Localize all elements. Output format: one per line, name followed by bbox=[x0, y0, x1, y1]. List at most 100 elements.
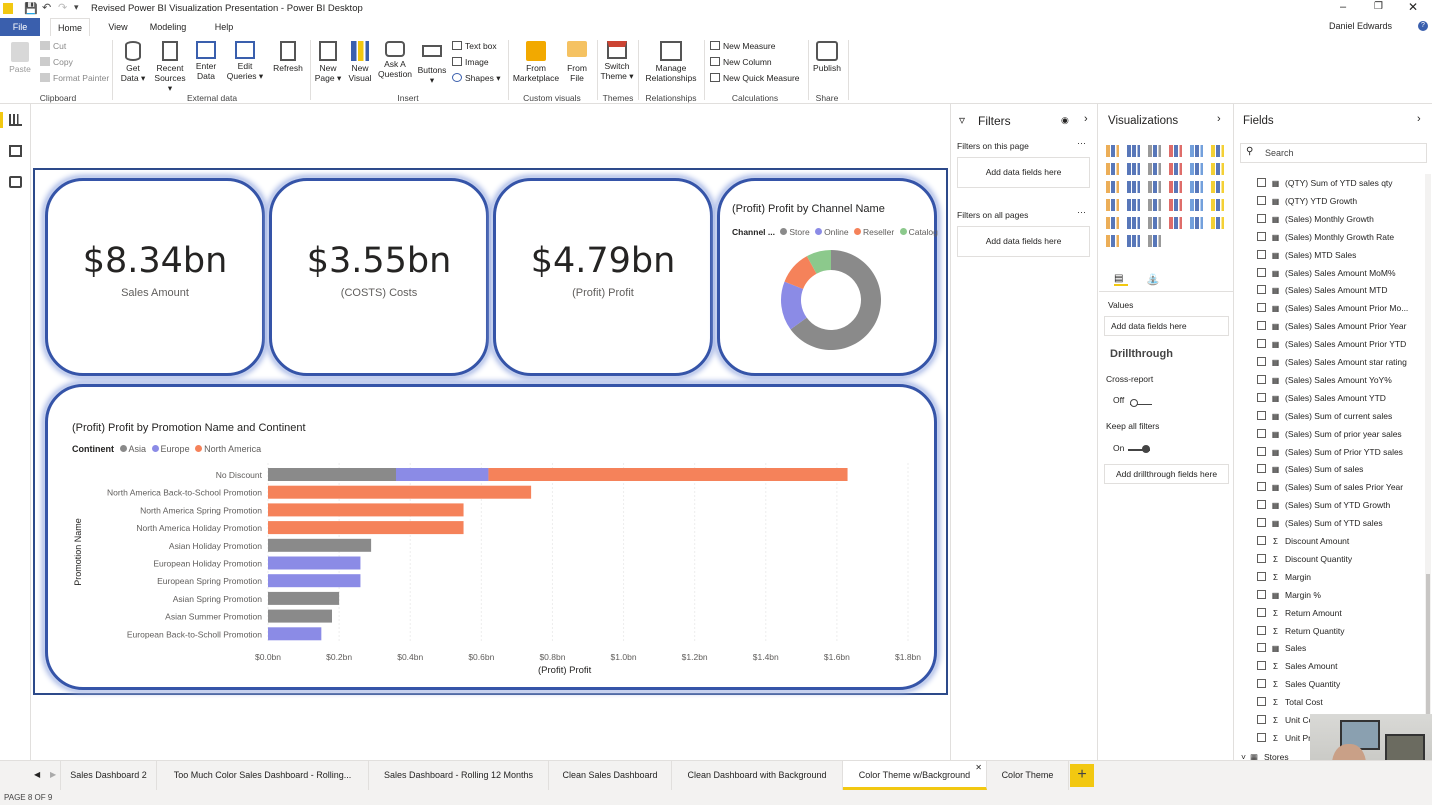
checkbox[interactable] bbox=[1257, 178, 1266, 187]
field-item[interactable]: ▦ (QTY) YTD Growth bbox=[1257, 192, 1357, 210]
field-item[interactable]: ▦ (Sales) MTD Sales bbox=[1257, 246, 1356, 264]
visual-type-icon[interactable] bbox=[1148, 199, 1161, 211]
undo-icon[interactable]: ↶ bbox=[42, 1, 51, 14]
more-options-icon[interactable]: ··· bbox=[1077, 138, 1086, 148]
visual-type-icon[interactable] bbox=[1106, 163, 1119, 175]
checkbox[interactable] bbox=[1257, 267, 1266, 277]
shapes-button[interactable]: Shapes ▾ bbox=[452, 71, 500, 85]
checkbox[interactable] bbox=[1257, 303, 1266, 313]
bar-segment[interactable] bbox=[268, 485, 532, 499]
checkbox[interactable] bbox=[1257, 661, 1266, 671]
checkbox[interactable] bbox=[1257, 285, 1266, 295]
checkbox[interactable] bbox=[1257, 410, 1266, 420]
checkbox[interactable] bbox=[1257, 446, 1266, 456]
page-tab[interactable]: Sales Dashboard - Rolling 12 Months bbox=[369, 761, 549, 790]
bar-segment[interactable] bbox=[268, 574, 361, 588]
scrollbar-thumb[interactable] bbox=[1426, 574, 1430, 714]
field-item[interactable]: ▦ (QTY) Sum of YTD sales qty bbox=[1257, 174, 1393, 192]
eye-icon[interactable]: ◉ bbox=[1061, 115, 1069, 126]
scrollbar[interactable] bbox=[1425, 174, 1431, 760]
fields-well-icon[interactable]: ▤ bbox=[1114, 274, 1128, 286]
bar-segment[interactable] bbox=[268, 503, 464, 517]
scroll-left-icon[interactable]: ◀ bbox=[34, 770, 40, 779]
bar-segment[interactable] bbox=[488, 468, 848, 481]
report-view-icon[interactable] bbox=[0, 112, 3, 128]
help-icon[interactable]: ? bbox=[1418, 21, 1428, 31]
search-input[interactable]: ⚲ Search bbox=[1240, 143, 1427, 163]
visual-type-icon[interactable] bbox=[1127, 181, 1140, 193]
checkbox[interactable] bbox=[1257, 500, 1266, 510]
tab-modeling[interactable]: Modeling bbox=[142, 18, 194, 36]
more-options-icon[interactable]: ··· bbox=[1077, 207, 1086, 217]
visual-type-icon[interactable] bbox=[1127, 163, 1140, 175]
checkbox[interactable] bbox=[1257, 482, 1266, 492]
buttons-button[interactable]: Buttons ▾ bbox=[416, 41, 448, 85]
visual-type-icon[interactable] bbox=[1211, 181, 1224, 193]
page-tab[interactable]: Clean Sales Dashboard bbox=[549, 761, 672, 790]
tab-help[interactable]: Help bbox=[206, 18, 242, 36]
field-item[interactable]: ▦ (Sales) Sales Amount YoY% bbox=[1257, 371, 1392, 389]
visual-type-icon[interactable] bbox=[1169, 181, 1182, 193]
checkbox[interactable] bbox=[1257, 697, 1266, 707]
field-item[interactable]: Σ Discount Quantity bbox=[1257, 550, 1352, 568]
visual-type-icon[interactable] bbox=[1190, 181, 1203, 193]
visual-type-icon[interactable] bbox=[1190, 217, 1203, 229]
field-item[interactable]: Σ Return Quantity bbox=[1257, 622, 1345, 640]
save-icon[interactable]: 💾 bbox=[24, 2, 38, 15]
visual-type-icon[interactable] bbox=[1148, 235, 1161, 247]
field-item[interactable]: ▦ (Sales) Sales Amount MoM% bbox=[1257, 264, 1396, 282]
publish-button[interactable]: Publish bbox=[810, 41, 844, 73]
visual-type-icon[interactable] bbox=[1211, 217, 1224, 229]
visual-type-icon[interactable] bbox=[1148, 181, 1161, 193]
page-tab[interactable]: Sales Dashboard 2 bbox=[60, 761, 157, 790]
from-file-button[interactable]: From File bbox=[562, 41, 592, 83]
bar-segment[interactable] bbox=[396, 468, 489, 481]
ask-question-button[interactable]: Ask A Question bbox=[378, 41, 412, 79]
checkbox[interactable] bbox=[1257, 428, 1266, 438]
bar-chart-card[interactable]: (Profit) Profit by Promotion Name and Co… bbox=[45, 384, 937, 690]
tab-home[interactable]: Home bbox=[50, 18, 90, 36]
visual-type-icon[interactable] bbox=[1148, 217, 1161, 229]
chevron-right-icon[interactable]: › bbox=[1217, 113, 1221, 125]
checkbox[interactable] bbox=[1257, 679, 1266, 689]
checkbox[interactable] bbox=[1257, 249, 1266, 259]
values-drop[interactable]: Add data fields here bbox=[1104, 316, 1229, 336]
checkbox[interactable] bbox=[1257, 195, 1266, 205]
checkbox[interactable] bbox=[1257, 589, 1266, 599]
field-item[interactable]: ▦ (Sales) Sales Amount Prior Year bbox=[1257, 317, 1406, 335]
field-item[interactable]: Σ Discount Amount bbox=[1257, 532, 1349, 550]
page-tab-active[interactable]: Color Theme w/Background ✕ bbox=[843, 761, 987, 790]
enter-data-button[interactable]: Enter Data bbox=[192, 41, 220, 81]
kpi-card-costs[interactable]: $3.55bn (COSTS) Costs bbox=[269, 178, 489, 376]
tab-file[interactable]: File bbox=[0, 18, 40, 36]
quick-access-dropdown-icon[interactable]: ▾ bbox=[74, 2, 79, 13]
checkbox[interactable] bbox=[1257, 518, 1266, 528]
copy-button[interactable]: Copy bbox=[40, 55, 73, 69]
new-measure-button[interactable]: New Measure bbox=[710, 39, 775, 53]
field-item[interactable]: ▦ (Sales) Sum of sales Prior Year bbox=[1257, 478, 1403, 496]
field-item[interactable]: ▦ (Sales) Sum of Prior YTD sales bbox=[1257, 443, 1403, 461]
field-item[interactable]: ▦ (Sales) Sales Amount MTD bbox=[1257, 281, 1388, 299]
field-item[interactable]: ▦ (Sales) Sales Amount Prior YTD bbox=[1257, 335, 1406, 353]
restore-button[interactable]: ❐ bbox=[1374, 1, 1383, 12]
field-item[interactable]: Σ Sales Amount bbox=[1257, 657, 1337, 675]
checkbox[interactable] bbox=[1257, 607, 1266, 617]
data-view-button[interactable] bbox=[9, 145, 22, 157]
visual-type-icon[interactable] bbox=[1127, 235, 1140, 247]
visual-type-icon[interactable] bbox=[1169, 145, 1182, 157]
field-item[interactable]: ▦ (Sales) Sum of sales bbox=[1257, 460, 1363, 478]
close-tab-icon[interactable]: ✕ bbox=[975, 761, 982, 782]
visual-type-icon[interactable] bbox=[1148, 163, 1161, 175]
scroll-right-icon[interactable]: ▶ bbox=[50, 770, 56, 779]
checkbox[interactable] bbox=[1257, 321, 1266, 331]
format-paint-roller-icon[interactable]: ⛲ bbox=[1146, 273, 1160, 286]
bar-segment[interactable] bbox=[268, 627, 322, 641]
field-item[interactable]: ▦ (Sales) Monthly Growth bbox=[1257, 210, 1374, 228]
visual-type-icon[interactable] bbox=[1190, 145, 1203, 157]
visual-type-icon[interactable] bbox=[1211, 163, 1224, 175]
bar-segment[interactable] bbox=[268, 556, 361, 570]
chevron-right-icon[interactable]: › bbox=[1417, 113, 1421, 125]
visual-type-icon[interactable] bbox=[1169, 199, 1182, 211]
from-marketplace-button[interactable]: From Marketplace bbox=[510, 41, 562, 83]
visual-type-icon[interactable] bbox=[1169, 217, 1182, 229]
